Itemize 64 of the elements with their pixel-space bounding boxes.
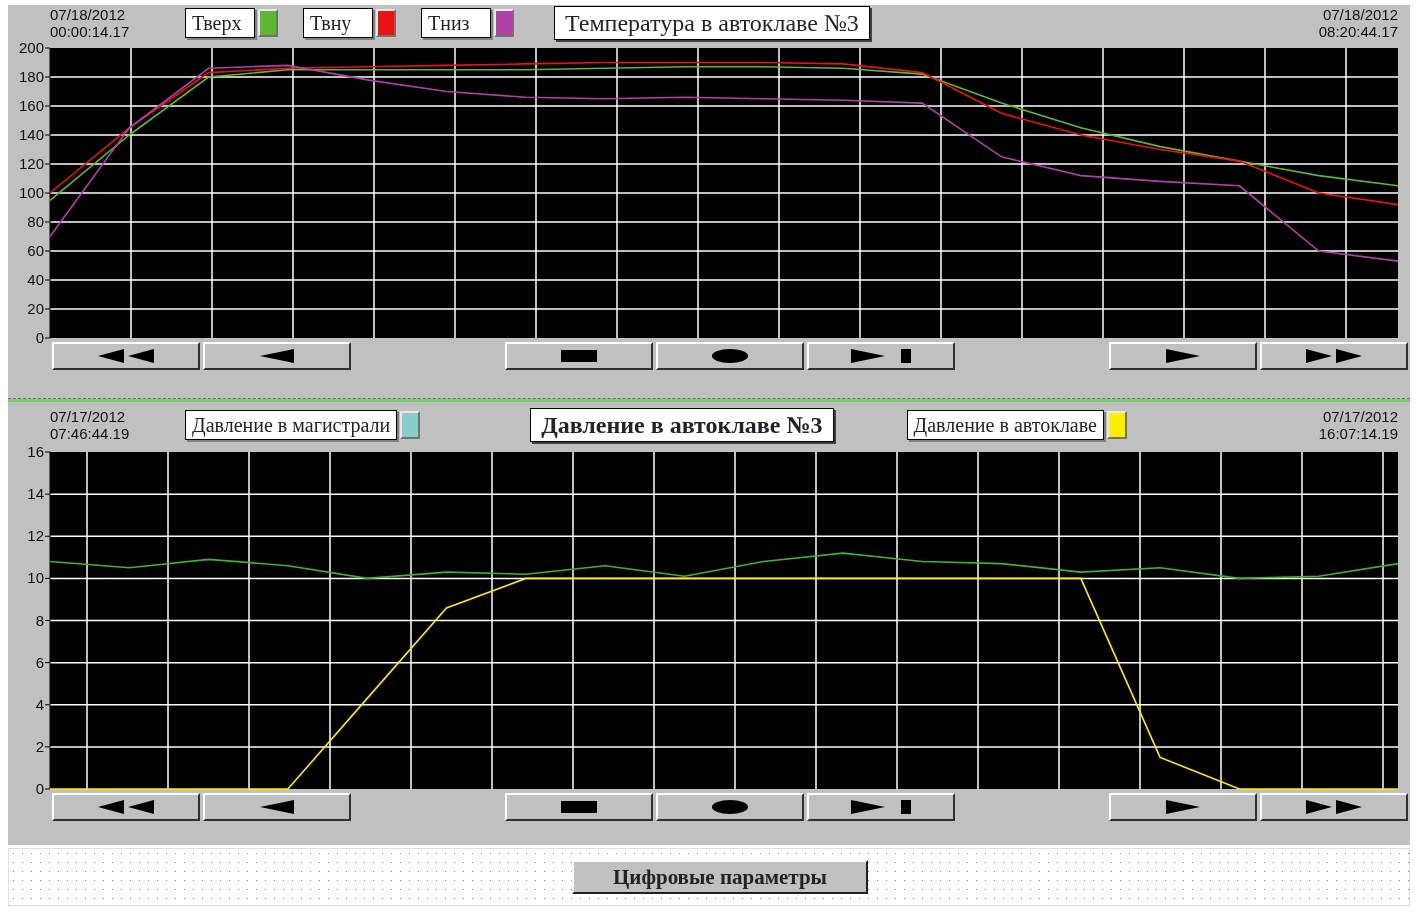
double-right-arrow-icon xyxy=(1306,349,1362,363)
axis-tick-label: 180 xyxy=(18,68,44,85)
axis-tick-label: 200 xyxy=(18,39,44,56)
axis-tick-label: 120 xyxy=(18,155,44,172)
left-arrow-icon xyxy=(260,349,294,363)
legend-label: Тверх xyxy=(185,8,255,38)
double-left-arrow-icon xyxy=(98,800,154,814)
axis-tick-label: 40 xyxy=(27,271,44,288)
play-to-end-button[interactable] xyxy=(807,793,955,821)
chart-title: Температура в автоклаве №3 xyxy=(554,6,870,40)
axis-tick-label: 16 xyxy=(27,443,44,460)
legend-label: Твну xyxy=(303,8,373,38)
axis-tick-label: 60 xyxy=(27,242,44,259)
date-label: 07/17/2012 xyxy=(1321,408,1398,425)
axis-tick-label: 4 xyxy=(35,695,44,713)
rewind-button[interactable] xyxy=(52,342,200,370)
axis-tick-label: 20 xyxy=(27,300,44,317)
double-right-arrow-icon xyxy=(1306,800,1362,814)
axis-tick-label: 6 xyxy=(35,653,44,671)
left-arrow-icon xyxy=(260,800,294,814)
time-label: 16:07:14.19 xyxy=(1318,425,1398,442)
step-forward-button[interactable] xyxy=(1109,342,1257,370)
legend-label: Тниз xyxy=(421,8,491,38)
double-left-arrow-icon xyxy=(98,349,154,363)
right-arrow-icon xyxy=(1166,800,1200,814)
axis-tick-label: 12 xyxy=(27,527,44,545)
right-arrow-icon xyxy=(1166,349,1200,363)
axis-tick-label: 10 xyxy=(27,569,44,587)
bar-icon xyxy=(561,350,597,362)
axis-tick-label: 0 xyxy=(35,329,44,346)
axis-tick-label: 2 xyxy=(35,737,44,755)
hold-button[interactable] xyxy=(656,342,804,370)
axis-tick-label: 0 xyxy=(35,780,44,797)
legend-label: Давление в магистрали xyxy=(185,410,398,440)
time-label: 00:00:14.17 xyxy=(50,23,131,40)
stop-button[interactable] xyxy=(505,793,653,821)
ellipse-icon xyxy=(712,800,748,814)
time-label: 08:20:44.17 xyxy=(1318,23,1398,40)
arrow-bar-icon xyxy=(851,800,911,814)
date-label: 07/18/2012 xyxy=(50,6,127,23)
fast-forward-button[interactable] xyxy=(1260,342,1408,370)
fast-forward-button[interactable] xyxy=(1260,793,1408,821)
date-label: 07/17/2012 xyxy=(50,408,127,425)
step-back-button[interactable] xyxy=(203,342,351,370)
axis-tick-label: 8 xyxy=(35,611,44,629)
legend-label: Давление в автоклаве xyxy=(906,410,1104,440)
bar-icon xyxy=(561,801,597,813)
arrow-bar-icon xyxy=(851,349,911,363)
ellipse-icon xyxy=(712,349,748,363)
axis-tick-label: 140 xyxy=(18,126,44,143)
time-label: 07:46:44.19 xyxy=(50,425,131,442)
stop-button[interactable] xyxy=(505,342,653,370)
axis-tick-label: 160 xyxy=(18,97,44,114)
play-to-end-button[interactable] xyxy=(807,342,955,370)
step-forward-button[interactable] xyxy=(1109,793,1257,821)
axis-tick-label: 100 xyxy=(18,184,44,201)
axis-tick-label: 80 xyxy=(27,213,44,230)
axis-tick-label: 14 xyxy=(27,485,44,503)
hold-button[interactable] xyxy=(656,793,804,821)
chart-title: Давление в автоклаве №3 xyxy=(530,408,834,442)
digital-parameters-button[interactable]: Цифровые параметры xyxy=(572,860,868,894)
step-back-button[interactable] xyxy=(203,793,351,821)
date-label: 07/18/2012 xyxy=(1321,6,1398,23)
rewind-button[interactable] xyxy=(52,793,200,821)
